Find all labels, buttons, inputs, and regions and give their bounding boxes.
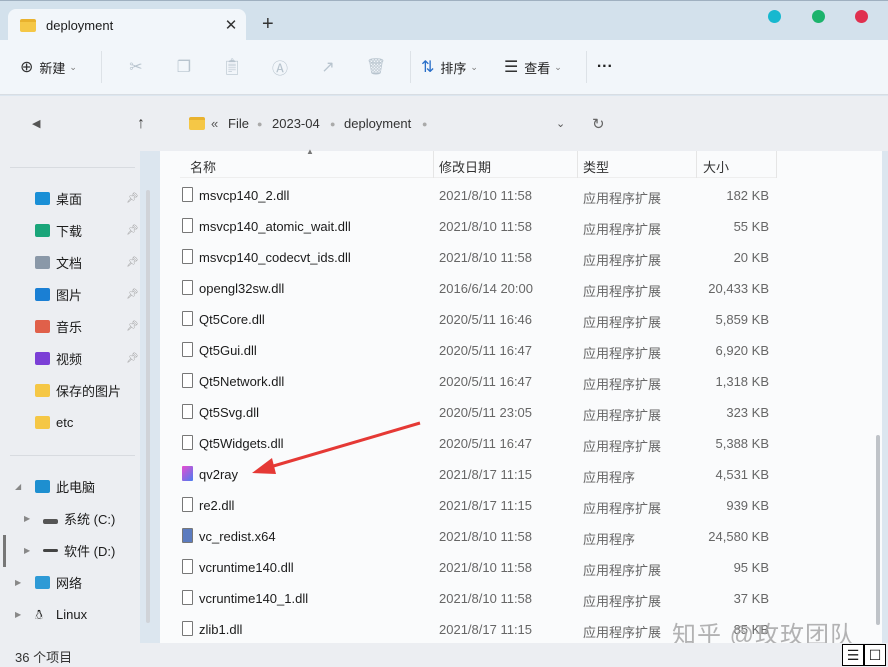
arrow-shaft	[269, 421, 421, 469]
red-arrow-annotation	[252, 421, 421, 474]
arrow-head	[252, 458, 276, 474]
details-view-button[interactable]: ☰	[842, 644, 864, 666]
status-bar: 36 个项目	[0, 643, 888, 667]
item-count: 36 个项目	[15, 650, 73, 665]
tiles-view-button[interactable]: ☐	[864, 644, 886, 666]
